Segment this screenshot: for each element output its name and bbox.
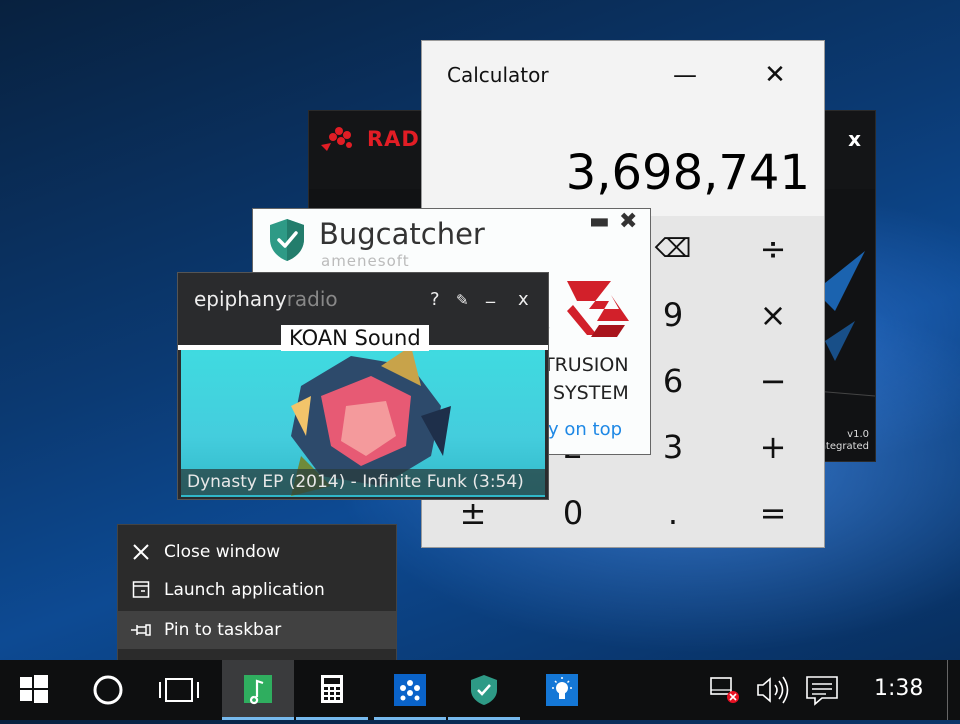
artist-name: KOAN Sound xyxy=(281,325,429,351)
calculator-icon xyxy=(321,675,343,703)
shield-icon xyxy=(270,219,304,261)
cortana-button[interactable] xyxy=(72,660,144,720)
track-info: Dynasty EP (2014) - Infinite Funk (3:54) xyxy=(181,469,545,495)
radeon-taskbar-button[interactable] xyxy=(374,660,446,720)
bugcatcher-minimize-button[interactable]: ▬ xyxy=(589,209,610,234)
decimal-key[interactable]: . xyxy=(624,481,722,545)
radeon-icon xyxy=(394,674,426,706)
bugcatcher-taskbar-button[interactable] xyxy=(448,660,520,720)
divide-key[interactable]: ÷ xyxy=(724,217,822,281)
task-view-button[interactable] xyxy=(144,660,216,720)
lightbulb-taskbar-button[interactable] xyxy=(526,660,598,720)
volume-icon xyxy=(757,676,789,704)
radeon-logo-icon xyxy=(321,127,352,151)
stay-on-top-link[interactable]: ay on top xyxy=(537,419,622,440)
cortana-icon xyxy=(93,675,123,705)
epiphany-close-button[interactable]: x xyxy=(518,289,529,310)
epiphany-radio-brand: epiphanyradio xyxy=(194,287,338,311)
start-button[interactable] xyxy=(0,660,72,720)
pin-to-taskbar-menu-item[interactable]: Pin to taskbar xyxy=(118,611,396,649)
calculator-display: 3,698,741 xyxy=(565,145,810,201)
calculator-title: Calculator xyxy=(447,63,549,87)
calculator-minimize-button[interactable]: — xyxy=(662,55,708,95)
brand-part-2: radio xyxy=(286,287,338,311)
multiply-key[interactable]: × xyxy=(724,283,822,347)
brand-part-1: epiphany xyxy=(194,287,287,311)
bugcatcher-close-button[interactable]: ✖ xyxy=(619,209,637,234)
taskbar-clock[interactable]: 1:38 xyxy=(874,676,923,701)
taskbar-context-menu: Close window Launch application Pin to t… xyxy=(117,524,397,664)
network-tray-button[interactable] xyxy=(706,660,744,720)
bugcatcher-vendor: amenesoft xyxy=(321,252,410,270)
menu-item-label: Launch application xyxy=(164,580,325,600)
show-desktop-divider[interactable] xyxy=(947,660,948,720)
window-icon xyxy=(130,571,152,609)
launch-application-menu-item[interactable]: Launch application xyxy=(118,571,396,609)
lightbulb-icon xyxy=(546,674,578,706)
bugcatcher-line-1: TRUSION xyxy=(543,354,629,376)
pin-icon[interactable]: ✎ xyxy=(456,291,469,309)
subtract-key[interactable]: − xyxy=(724,349,822,413)
close-window-menu-item[interactable]: Close window xyxy=(118,533,396,571)
help-button[interactable]: ? xyxy=(430,289,440,310)
pin-icon xyxy=(130,611,152,649)
epiphany-minimize-button[interactable]: _ xyxy=(486,283,495,304)
epiphany-radio-window[interactable]: epiphanyradio ? ✎ _ x KOAN Sound Dynasty… xyxy=(177,272,549,500)
radeon-close-button[interactable]: x xyxy=(848,127,861,151)
action-center-button[interactable] xyxy=(802,660,842,720)
menu-item-label: Pin to taskbar xyxy=(164,620,282,640)
equals-key[interactable]: = xyxy=(724,481,822,545)
intrusion-emblem-icon xyxy=(567,281,629,337)
close-icon xyxy=(130,533,152,571)
bugcatcher-icon xyxy=(471,675,497,705)
epiphany-radio-taskbar-button[interactable] xyxy=(222,660,294,720)
start-icon xyxy=(20,675,48,703)
calculator-header: Calculator — ✕ 3,698,741 xyxy=(422,41,824,216)
task-view-icon xyxy=(159,678,199,702)
action-center-icon xyxy=(806,676,838,706)
taskbar: 1:38 xyxy=(0,660,960,720)
calculator-taskbar-button[interactable] xyxy=(296,660,368,720)
calculator-close-button[interactable]: ✕ xyxy=(752,55,798,95)
bugcatcher-title: Bugcatcher xyxy=(319,217,485,251)
bugcatcher-line-2: SYSTEM xyxy=(553,382,629,404)
add-key[interactable]: + xyxy=(724,415,822,479)
epiphany-radio-icon xyxy=(244,675,272,705)
volume-tray-button[interactable] xyxy=(752,660,792,720)
network-disconnected-icon xyxy=(710,677,739,703)
menu-item-label: Close window xyxy=(164,542,281,562)
